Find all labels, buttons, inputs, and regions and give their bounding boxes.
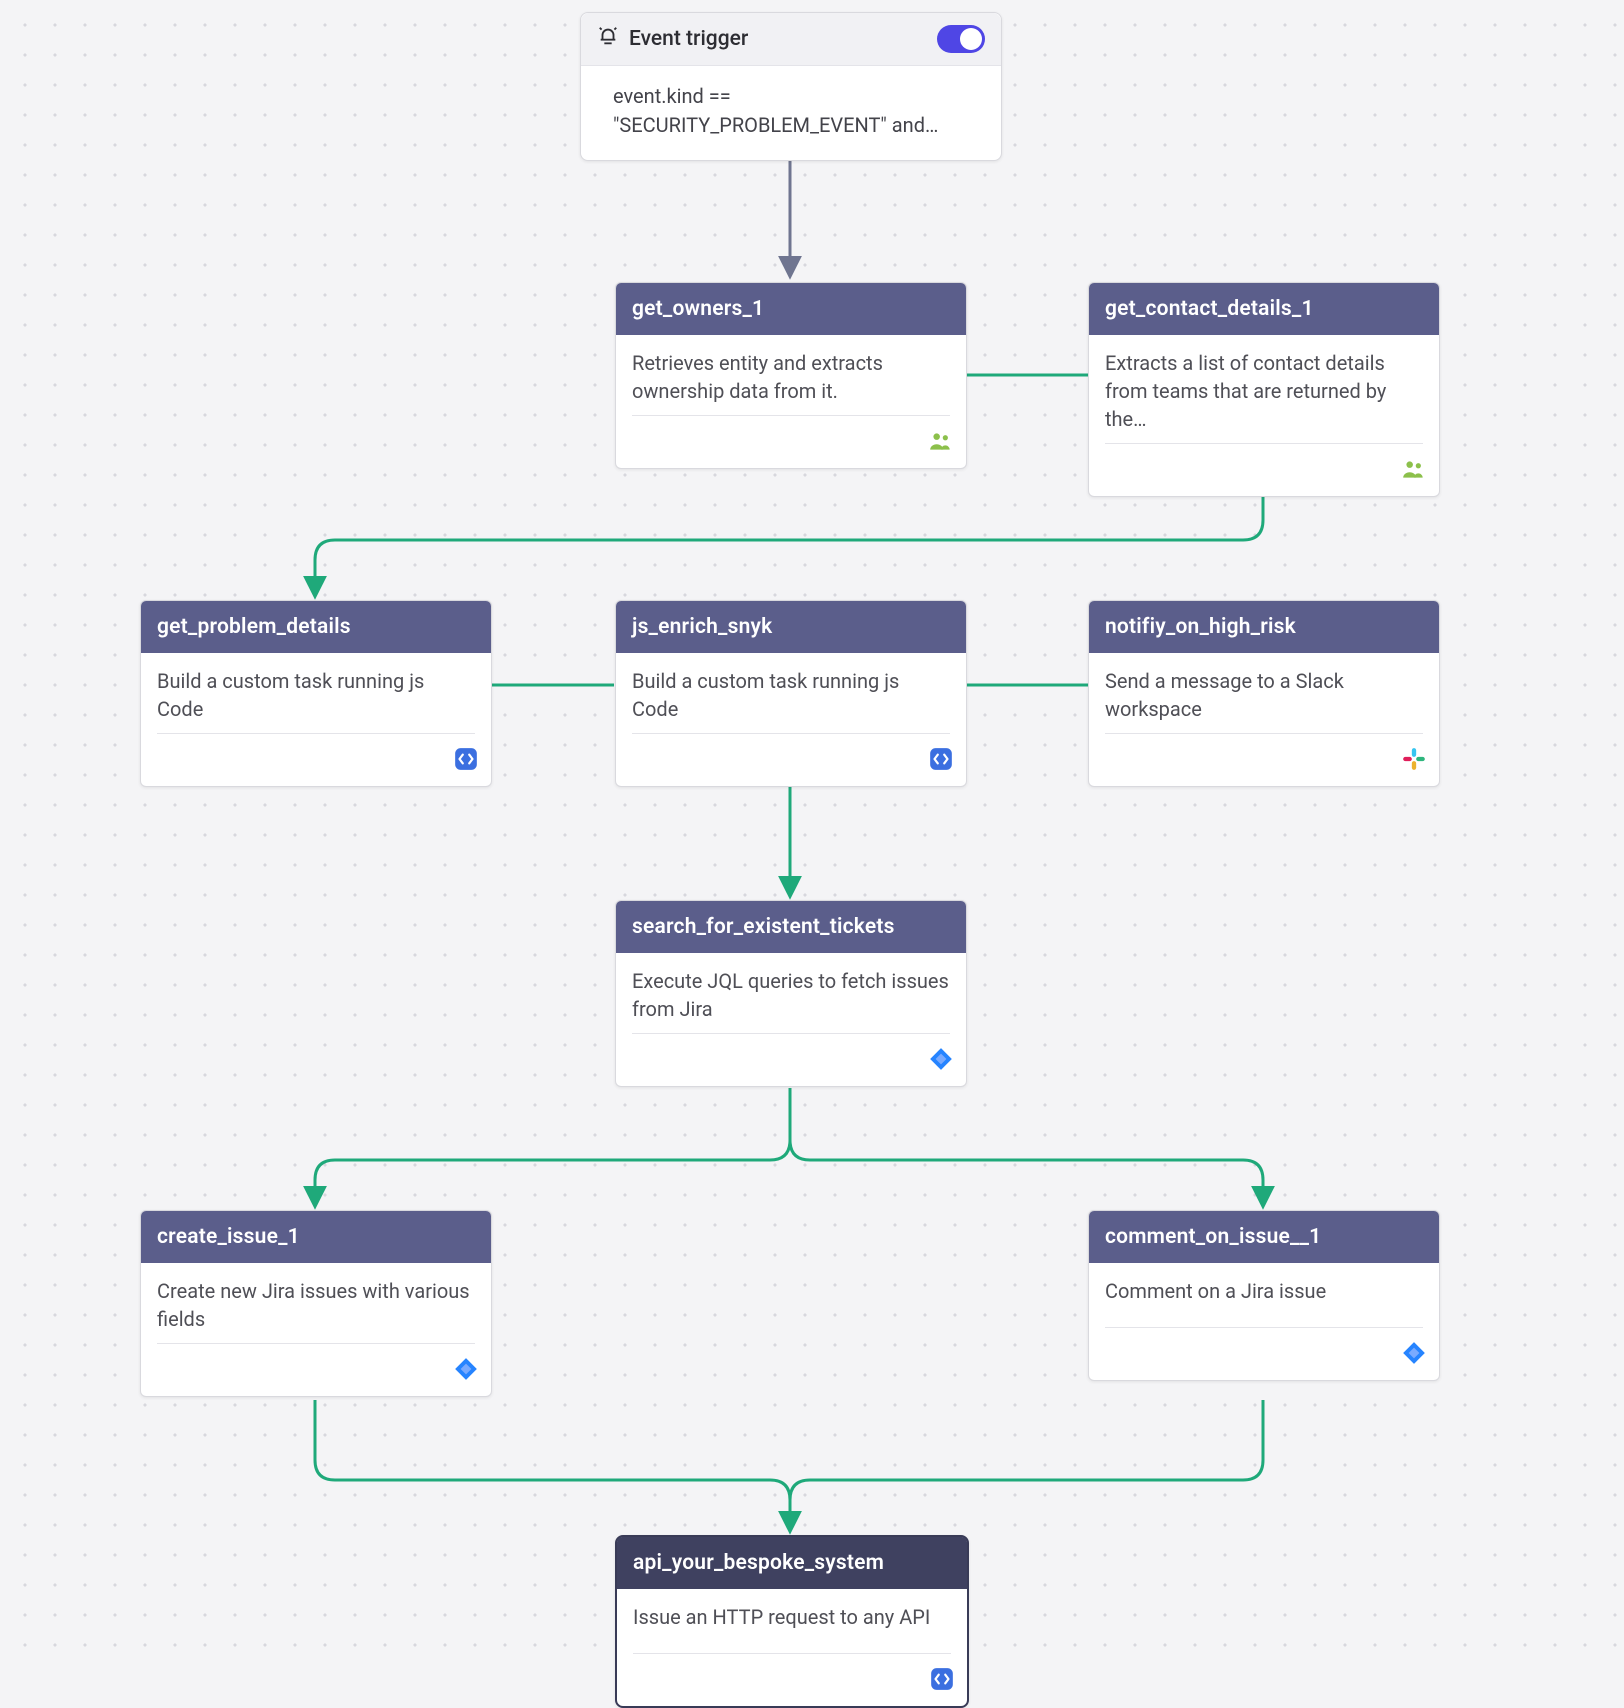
alarm-icon: [597, 25, 619, 53]
node-desc: Extracts a list of contact details from …: [1089, 335, 1439, 443]
slack-icon: [1401, 746, 1427, 772]
node-title: search_for_existent_tickets: [616, 901, 966, 953]
node-get-problem-details[interactable]: get_problem_details Build a custom task …: [140, 600, 492, 787]
people-icon: [928, 428, 954, 454]
node-desc: Execute JQL queries to fetch issues from…: [616, 953, 966, 1033]
node-create-issue-1[interactable]: create_issue_1 Create new Jira issues wi…: [140, 1210, 492, 1397]
node-desc: Retrieves entity and extracts ownership …: [616, 335, 966, 415]
code-icon: [453, 746, 479, 772]
node-get-contact-details-1[interactable]: get_contact_details_1 Extracts a list of…: [1088, 282, 1440, 497]
trigger-condition: event.kind == "SECURITY_PROBLEM_EVENT" a…: [581, 66, 1001, 160]
trigger-title: Event trigger: [629, 27, 748, 51]
code-icon: [928, 746, 954, 772]
node-api-your-bespoke-system[interactable]: api_your_bespoke_system Issue an HTTP re…: [615, 1535, 969, 1708]
canvas-background: [0, 0, 1624, 1667]
jira-icon: [1401, 1340, 1427, 1366]
node-title: get_problem_details: [141, 601, 491, 653]
node-desc: Build a custom task running js Code: [141, 653, 491, 733]
node-comment-on-issue-1[interactable]: comment_on_issue__1 Comment on a Jira is…: [1088, 1210, 1440, 1381]
node-title: notifiy_on_high_risk: [1089, 601, 1439, 653]
trigger-toggle[interactable]: [937, 25, 985, 53]
jira-icon: [928, 1046, 954, 1072]
node-title: js_enrich_snyk: [616, 601, 966, 653]
trigger-header: Event trigger: [581, 13, 1001, 66]
node-desc: Send a message to a Slack workspace: [1089, 653, 1439, 733]
node-desc: Create new Jira issues with various fiel…: [141, 1263, 491, 1343]
node-title: comment_on_issue__1: [1089, 1211, 1439, 1263]
node-title: get_contact_details_1: [1089, 283, 1439, 335]
node-title: create_issue_1: [141, 1211, 491, 1263]
node-js-enrich-snyk[interactable]: js_enrich_snyk Build a custom task runni…: [615, 600, 967, 787]
trigger-node[interactable]: Event trigger event.kind == "SECURITY_PR…: [580, 12, 1002, 161]
node-title: get_owners_1: [616, 283, 966, 335]
node-desc: Comment on a Jira issue: [1089, 1263, 1439, 1327]
node-desc: Issue an HTTP request to any API: [617, 1589, 967, 1653]
people-icon: [1401, 456, 1427, 482]
jira-icon: [453, 1356, 479, 1382]
node-notify-on-high-risk[interactable]: notifiy_on_high_risk Send a message to a…: [1088, 600, 1440, 787]
code-icon: [929, 1666, 955, 1692]
node-desc: Build a custom task running js Code: [616, 653, 966, 733]
node-get-owners-1[interactable]: get_owners_1 Retrieves entity and extrac…: [615, 282, 967, 469]
node-title: api_your_bespoke_system: [617, 1537, 967, 1589]
node-search-for-existent-tickets[interactable]: search_for_existent_tickets Execute JQL …: [615, 900, 967, 1087]
